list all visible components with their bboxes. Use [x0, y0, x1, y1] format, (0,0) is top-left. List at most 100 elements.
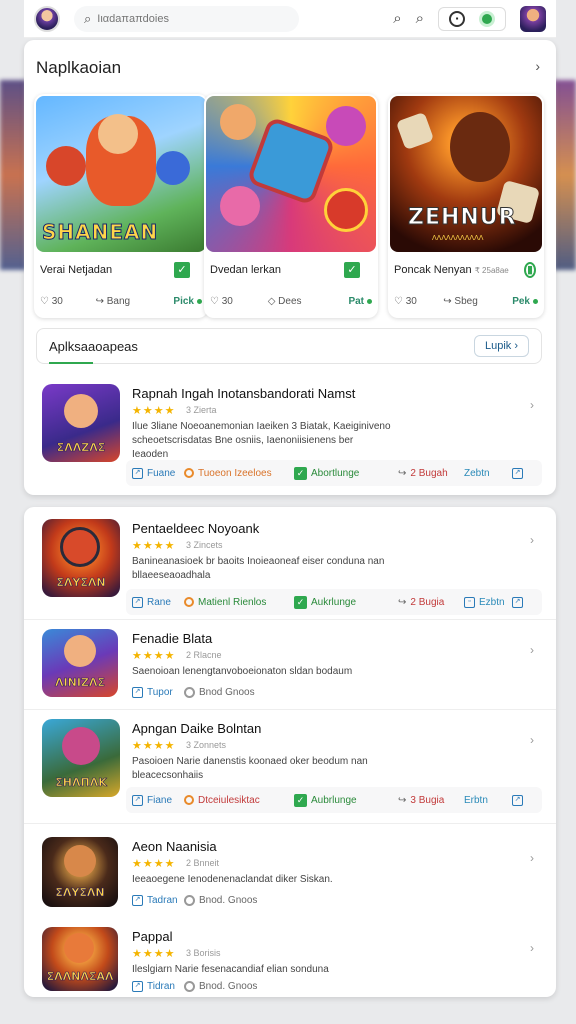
action-3[interactable]: ✓ Aukrlunge: [294, 595, 398, 609]
circle-icon: [184, 597, 194, 607]
featured-game-3[interactable]: ZEHNUR ΛΛΛΛΛΛΛΛΛΛΛ Poncak Nenyan ₹ 25a8a…: [388, 94, 544, 318]
action-1[interactable]: ↗ Tadran: [132, 894, 184, 906]
action-2[interactable]: Dtceiulesiktac: [184, 795, 294, 806]
apps-section-title[interactable]: Aplksaaoapeas: [49, 339, 138, 354]
check-icon[interactable]: ✓: [344, 262, 360, 278]
list-item[interactable]: ΣΛΛΖΛΣ Rapnah Ingah Inotansbandorati Nam…: [36, 384, 542, 486]
action-5[interactable]: Erbtn: [464, 795, 512, 806]
game-stats: ♡ 30 ◇ Dees Pat: [210, 296, 372, 307]
action-1[interactable]: ↗ Tidran: [132, 980, 184, 992]
likes-count: 30: [221, 296, 233, 307]
heart-icon[interactable]: ♡: [210, 296, 219, 307]
chevron-right-icon[interactable]: ›: [530, 533, 534, 547]
featured-game-2[interactable]: Dvedan lerkan ✓ ♡ 30 ◇ Dees Pat: [204, 94, 378, 318]
app-description: Pasoioen Narie danenstis koonaed oker be…: [132, 756, 368, 781]
profile-avatar[interactable]: [520, 5, 546, 32]
search-icon: ⌕: [84, 10, 92, 26]
app-actions: ↗ Tadran Bnod. Gnoos: [126, 887, 542, 913]
pick-tag[interactable]: Pat: [348, 296, 364, 307]
chevron-right-icon[interactable]: ›: [530, 398, 534, 412]
rating-stars: ★★★★: [132, 740, 176, 752]
game-stats: ♡ 30 ↪ Bang Pick: [40, 296, 202, 307]
list-item[interactable]: ΣΛΥΣΛΝ Pentaeldeec Noyoank ★★★★ 3 Zincet…: [36, 519, 542, 619]
search-box[interactable]: ⌕: [74, 5, 299, 32]
chevron-right-icon[interactable]: ›: [535, 58, 540, 74]
search-input[interactable]: [97, 12, 278, 25]
action-2[interactable]: Bnod. Gnoos: [184, 894, 257, 906]
action-4[interactable]: ↪ 3 Bugia: [398, 795, 464, 806]
action-1[interactable]: ↗ Tupor: [132, 686, 184, 698]
shield-icon[interactable]: ▮: [524, 262, 536, 278]
external-link-icon[interactable]: ↗: [512, 467, 523, 479]
game-name: Dvedan lerkan: [210, 264, 281, 276]
action-4[interactable]: ↪ 2 Bugia: [398, 597, 464, 608]
circle-icon: [184, 686, 195, 698]
app-icon: ΣΛΥΣΛΝ: [42, 837, 118, 907]
share-icon[interactable]: ↪: [443, 296, 451, 307]
action-2[interactable]: Bnod. Gnoos: [184, 980, 257, 992]
action-1[interactable]: ↗ Fiane: [132, 794, 184, 806]
share-icon: ↪: [398, 794, 407, 806]
chevron-right-icon[interactable]: ›: [530, 643, 534, 657]
screen-icon[interactable]: ▪: [449, 10, 465, 27]
review-count: 2 Bnneit: [186, 858, 220, 868]
apps-section-button[interactable]: Lupik ›: [473, 335, 529, 357]
list-item[interactable]: ΛΙΝΙΖΛΣ Fenadie Blata ★★★★ 2 Rlacne Saen…: [36, 629, 542, 707]
action-2[interactable]: Bnod Gnoos: [184, 686, 255, 698]
background-art-left: [0, 80, 26, 270]
action-1[interactable]: ↗ Rane: [132, 596, 184, 608]
heart-icon[interactable]: ♡: [394, 296, 403, 307]
app-name: Fenadie Blata: [132, 631, 213, 646]
list-item[interactable]: ΣΛΥΣΛΝ Aeon Naanisia ★★★★ 2 Bnneit Ieeao…: [36, 837, 542, 913]
pick-tag[interactable]: Pek: [512, 296, 530, 307]
window-icon: ▫: [464, 596, 475, 608]
action-2[interactable]: Tuoeon Izeeloes: [184, 468, 294, 479]
action-4[interactable]: ↪ 2 Bugah: [398, 468, 464, 479]
circle-icon: [184, 468, 194, 478]
action-5[interactable]: Zebtn: [464, 468, 512, 479]
toolbar-icons: ⌕ ⌕ ▪: [393, 5, 546, 32]
heart-icon[interactable]: ♡: [40, 296, 49, 307]
share-label: Dees: [278, 296, 302, 307]
action-2[interactable]: Matienl Rienlos: [184, 597, 294, 608]
list-item[interactable]: ΣΛΛΝΛΣΑΛ Pappal ★★★★ 3 Borisis Ileslgiar…: [36, 927, 542, 993]
status-icon[interactable]: [479, 10, 495, 27]
window-icon: ↗: [132, 894, 143, 906]
chevron-right-icon[interactable]: ›: [530, 851, 534, 865]
zoom-icon[interactable]: ⌕: [416, 10, 424, 27]
action-3[interactable]: ✓ Abortlunge: [294, 466, 398, 480]
chevron-right-icon[interactable]: ›: [530, 733, 534, 747]
circle-icon: [184, 980, 195, 992]
share-icon[interactable]: ◇: [268, 296, 276, 307]
section-title: Naplkaoian: [36, 58, 122, 77]
list-item[interactable]: ΣΗΛΠΛΚ Apngan Daike Bolntan ★★★★ 3 Zonne…: [36, 719, 542, 819]
app-description: Saenoioan lenengtanvoboeionaton sldan bo…: [132, 666, 353, 677]
featured-game-1[interactable]: SHANEAN Verai Netjadan ✓ ♡ 30 ↪ Bang Pic…: [34, 94, 208, 318]
chevron-right-icon[interactable]: ›: [530, 941, 534, 955]
share-icon[interactable]: ↪: [96, 296, 104, 307]
game-art-subtitle: ΛΛΛΛΛΛΛΛΛΛΛ: [432, 235, 484, 242]
action-3[interactable]: ✓ Aubrlunge: [294, 793, 398, 807]
avatar[interactable]: [34, 5, 60, 32]
toolbar-toggle-group: ▪: [438, 6, 506, 31]
review-count: 3 Zonnets: [186, 740, 227, 750]
search-icon[interactable]: ⌕: [393, 10, 401, 27]
pick-tag[interactable]: Pick: [173, 296, 194, 307]
game-name: Verai Netjadan: [40, 264, 113, 276]
external-link-icon[interactable]: ↗: [512, 596, 523, 608]
window-icon: ↗: [132, 596, 143, 608]
app-name: Pentaeldeec Noyoank: [132, 521, 260, 536]
share-label: Bang: [106, 296, 131, 307]
external-link-icon[interactable]: ↗: [512, 794, 523, 806]
app-name: Pappal: [132, 929, 173, 944]
action-5[interactable]: ▫ Ezbtn: [464, 596, 512, 608]
check-icon[interactable]: ✓: [174, 262, 190, 278]
rating-stars: ★★★★: [132, 405, 176, 417]
active-tab-indicator: [49, 362, 93, 364]
action-1[interactable]: ↗ Fuane: [132, 467, 184, 479]
rating-stars: ★★★★: [132, 948, 176, 960]
rating-stars: ★★★★: [132, 858, 176, 870]
app-name: Aeon Naanisia: [132, 839, 217, 854]
app-actions: ↗ Rane Matienl Rienlos ✓ Aukrlunge ↪ 2 Bugi…: [126, 589, 542, 615]
divider: [24, 823, 556, 824]
